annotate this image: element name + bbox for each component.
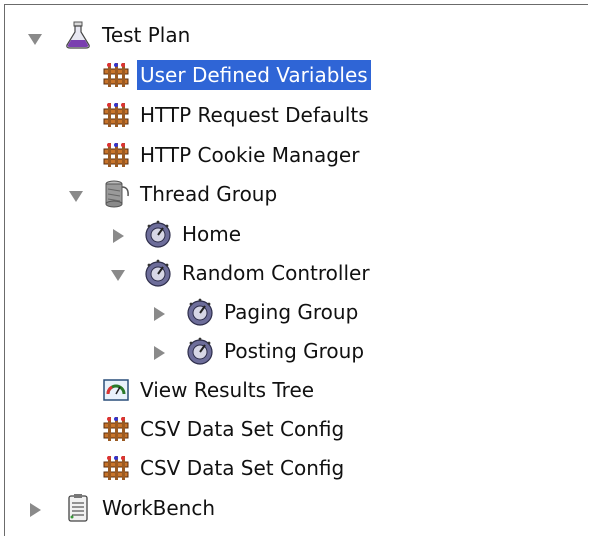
- expand-home-toggle[interactable]: [110, 228, 126, 244]
- tree-node-user-defined-variables[interactable]: User Defined Variables: [101, 58, 371, 92]
- tree-node-view-results-tree[interactable]: View Results Tree: [101, 373, 317, 407]
- tree-label-paging-group: Paging Group: [224, 300, 359, 324]
- thread-group-icon: [105, 180, 129, 208]
- controller-knob-icon: [187, 298, 213, 326]
- config-element-icon: [103, 103, 129, 127]
- tree-node-random-controller[interactable]: Random Controller: [143, 256, 373, 290]
- tree-label-csv-data-set-config-1: CSV Data Set Config: [140, 417, 345, 441]
- tree-node-home[interactable]: Home: [143, 217, 244, 251]
- tree-label-thread-group: Thread Group: [140, 182, 278, 206]
- config-element-icon: [103, 417, 129, 441]
- config-element-icon: [103, 456, 129, 480]
- tree-label-workbench: WorkBench: [102, 496, 216, 520]
- config-element-icon: [103, 63, 129, 87]
- tree-label-csv-data-set-config-2: CSV Data Set Config: [140, 456, 345, 480]
- tree-label-user-defined-variables: User Defined Variables: [137, 60, 371, 90]
- tree-label-home: Home: [182, 222, 242, 246]
- tree-node-paging-group[interactable]: Paging Group: [185, 295, 361, 329]
- tree-label-http-cookie-manager: HTTP Cookie Manager: [140, 143, 360, 167]
- expand-posting-group-toggle[interactable]: [151, 345, 167, 361]
- controller-knob-icon: [187, 337, 213, 365]
- results-tree-icon: [103, 379, 129, 401]
- collapse-random-controller-toggle[interactable]: [110, 267, 126, 283]
- flask-icon: [66, 21, 90, 49]
- workbench-clipboard-icon: [68, 494, 88, 522]
- controller-knob-icon: [145, 259, 171, 287]
- tree-label-posting-group: Posting Group: [224, 339, 365, 363]
- tree-node-posting-group[interactable]: Posting Group: [185, 334, 367, 368]
- tree-node-http-request-defaults[interactable]: HTTP Request Defaults: [101, 98, 372, 132]
- tree-label-test-plan: Test Plan: [102, 23, 191, 47]
- expand-workbench-toggle[interactable]: [27, 502, 43, 518]
- tree-node-workbench[interactable]: WorkBench: [63, 491, 218, 525]
- collapse-test-plan-toggle[interactable]: [27, 31, 43, 47]
- tree-node-thread-group[interactable]: Thread Group: [101, 177, 280, 211]
- collapse-thread-group-toggle[interactable]: [68, 188, 84, 204]
- expand-paging-group-toggle[interactable]: [151, 306, 167, 322]
- tree-label-http-request-defaults: HTTP Request Defaults: [140, 103, 369, 127]
- config-element-icon: [103, 143, 129, 167]
- tree-node-csv-data-set-config-1[interactable]: CSV Data Set Config: [101, 412, 347, 446]
- tree-node-csv-data-set-config-2[interactable]: CSV Data Set Config: [101, 451, 347, 485]
- controller-knob-icon: [145, 220, 171, 248]
- tree-node-http-cookie-manager[interactable]: HTTP Cookie Manager: [101, 138, 362, 172]
- tree-label-random-controller: Random Controller: [182, 261, 370, 285]
- test-plan-tree: Test Plan User Defined Variables HTTP Re…: [4, 4, 588, 536]
- tree-node-test-plan[interactable]: Test Plan: [63, 18, 193, 52]
- tree-label-view-results-tree: View Results Tree: [140, 378, 315, 402]
